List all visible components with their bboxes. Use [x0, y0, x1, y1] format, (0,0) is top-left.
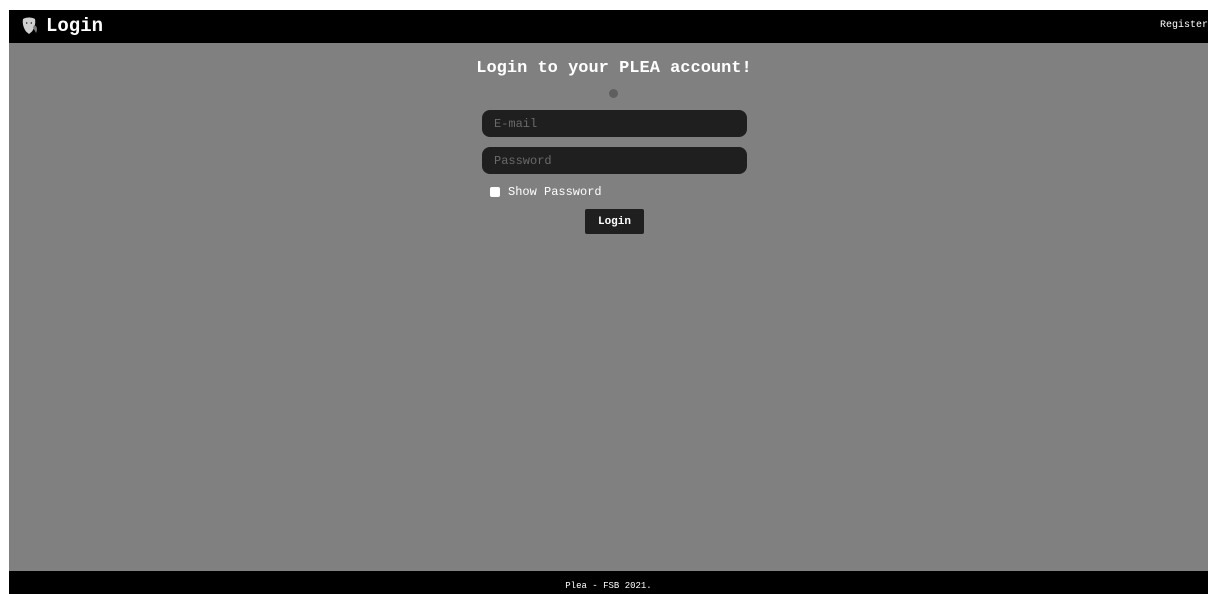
- app-window: Login Register Login to your PLEA accoun…: [9, 10, 1208, 594]
- login-heading: Login to your PLEA account!: [476, 59, 752, 78]
- show-password-checkbox[interactable]: [490, 187, 500, 197]
- status-dot-icon: [609, 89, 618, 98]
- show-password-toggle[interactable]: Show Password: [490, 185, 602, 199]
- show-password-label: Show Password: [508, 185, 602, 199]
- email-field[interactable]: [482, 110, 747, 137]
- footer: Plea - FSB 2021.: [9, 571, 1208, 594]
- password-field[interactable]: [482, 147, 747, 174]
- login-form-area: Login to your PLEA account! Show Passwor…: [9, 43, 1208, 571]
- mask-icon: [20, 16, 40, 36]
- register-link[interactable]: Register: [1160, 20, 1208, 32]
- page-title: Login: [46, 15, 104, 37]
- login-button[interactable]: Login: [585, 209, 644, 234]
- top-navbar: Login Register: [9, 10, 1208, 43]
- footer-text: Plea - FSB 2021.: [565, 581, 652, 591]
